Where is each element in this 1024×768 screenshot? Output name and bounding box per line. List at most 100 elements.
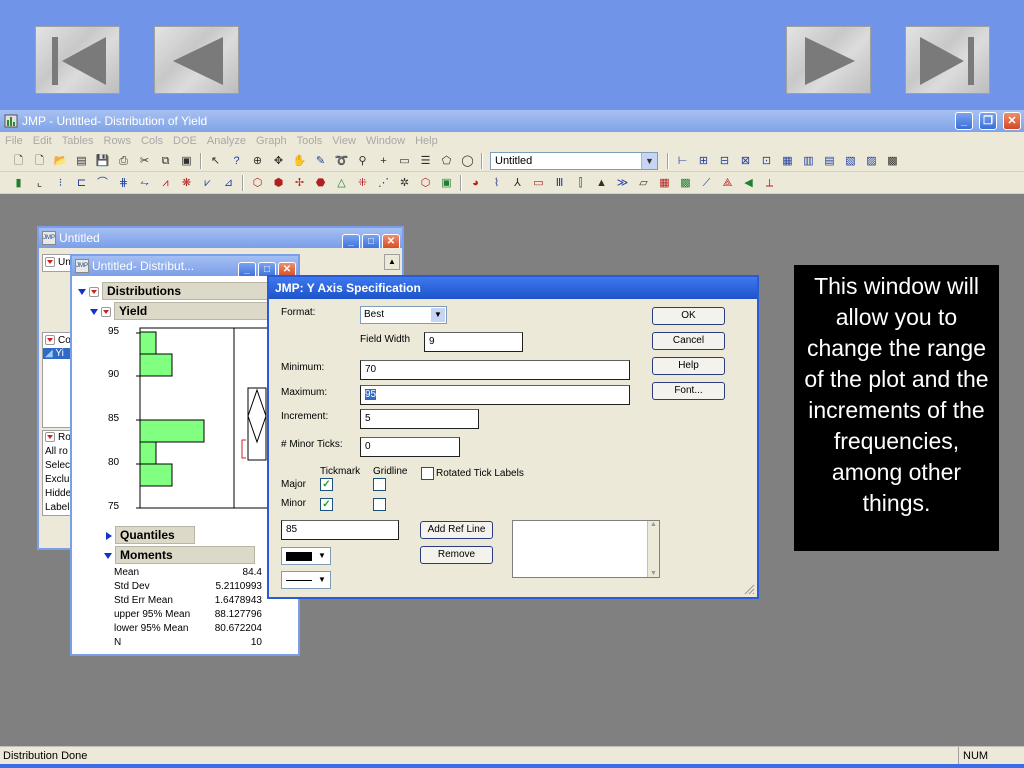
menu-edit[interactable]: Edit [28, 132, 57, 150]
red-triangle-menu-icon[interactable] [101, 307, 111, 318]
distribution-icon[interactable]: ▮ [10, 175, 27, 191]
table-maximize-button[interactable]: □ [362, 234, 380, 248]
contour-icon[interactable]: ⬢ [270, 175, 287, 191]
tables-tool-4-icon[interactable]: ⊠ [737, 153, 754, 169]
ok-button[interactable]: OK [652, 307, 725, 325]
pie-chart-icon[interactable]: ◕ [467, 175, 484, 191]
tables-tool-1-icon[interactable]: ⊢ [674, 153, 691, 169]
mosaic-icon[interactable]: ▦ [656, 175, 673, 191]
tables-tool-7-icon[interactable]: ▥ [800, 153, 817, 169]
dist-maximize-button[interactable]: □ [258, 262, 276, 276]
line-style-select[interactable]: ▼ [281, 571, 331, 589]
scatter-3d-icon[interactable]: ⟁ [719, 175, 736, 191]
move-tool-icon[interactable]: ✥ [270, 153, 287, 169]
menu-tools[interactable]: Tools [292, 132, 328, 150]
disclosure-closed-icon[interactable] [106, 532, 112, 541]
magnifier-icon[interactable]: ⚲ [354, 153, 371, 169]
minimum-input[interactable]: 70 [360, 360, 630, 380]
minor-ticks-input[interactable]: 0 [360, 437, 460, 457]
minor-tickmark-checkbox[interactable]: ✓ [320, 498, 333, 511]
diagram-icon[interactable]: ⁜ [354, 175, 371, 191]
menu-rows[interactable]: Rows [99, 132, 137, 150]
cut-icon[interactable]: ✂ [136, 153, 153, 169]
ternary-icon[interactable]: △ [333, 175, 350, 191]
gauge-icon[interactable]: ▱ [635, 175, 652, 191]
resize-grip-icon[interactable] [743, 583, 755, 595]
menu-window[interactable]: Window [361, 132, 410, 150]
menu-tables[interactable]: Tables [57, 132, 99, 150]
pareto-icon[interactable]: ⬡ [417, 175, 434, 191]
field-width-input[interactable]: 9 [424, 332, 523, 352]
warning-icon[interactable]: ▲ [593, 175, 610, 191]
moments-outline[interactable]: Moments [104, 546, 255, 564]
reference-line-input[interactable]: 85 [281, 520, 399, 540]
open-icon[interactable]: 📂 [52, 153, 69, 169]
minor-gridline-checkbox[interactable] [373, 498, 386, 511]
data-table-select[interactable]: Untitled ▼ [490, 152, 658, 170]
menu-help[interactable]: Help [410, 132, 443, 150]
xbar-icon[interactable]: Ⅲ [551, 175, 568, 191]
help-button[interactable]: Help [652, 357, 725, 375]
import-icon[interactable]: ▤ [73, 153, 90, 169]
menu-analyze[interactable]: Analyze [202, 132, 251, 150]
brush-tool-icon[interactable]: ✎ [312, 153, 329, 169]
spinning-plot-icon[interactable]: ⬡ [249, 175, 266, 191]
copy-icon[interactable]: ⧉ [157, 153, 174, 169]
fit-y-by-x-icon[interactable]: ⌞ [31, 175, 48, 191]
cancel-button[interactable]: Cancel [652, 332, 725, 350]
control-chart-icon[interactable]: ⌇ [488, 175, 505, 191]
list-scrollbar[interactable]: ▲ ▼ [647, 521, 659, 577]
red-triangle-menu-icon[interactable] [45, 335, 55, 346]
variability-icon[interactable]: ✲ [396, 175, 413, 191]
cube-icon[interactable]: ⬣ [312, 175, 329, 191]
previous-slide-button[interactable] [154, 26, 239, 94]
tables-tool-9-icon[interactable]: ▧ [842, 153, 859, 169]
attribute-chart-icon[interactable]: ⅄ [509, 175, 526, 191]
rotated-tick-labels-checkbox[interactable] [421, 467, 434, 480]
chevron-up-icon[interactable]: ▲ [648, 521, 659, 528]
menu-file[interactable]: File [0, 132, 28, 150]
tables-tool-5-icon[interactable]: ⊡ [758, 153, 775, 169]
disclosure-open-icon[interactable] [90, 309, 98, 316]
tables-tool-8-icon[interactable]: ▤ [821, 153, 838, 169]
dist-close-button[interactable]: ✕ [278, 262, 296, 276]
disclosure-open-icon[interactable] [104, 553, 112, 560]
format-select[interactable]: Best ▼ [360, 306, 447, 324]
lasso-tool-icon[interactable]: ➰ [333, 153, 350, 169]
cusum-icon[interactable]: ▭ [530, 175, 547, 191]
arrow-tool-icon[interactable]: ↖ [207, 153, 224, 169]
chevron-down-icon[interactable]: ▼ [648, 570, 659, 577]
restore-button[interactable]: ❐ [979, 112, 997, 130]
tables-tool-6-icon[interactable]: ▦ [779, 153, 796, 169]
major-gridline-checkbox[interactable] [373, 478, 386, 491]
chart-icon[interactable]: ⊿ [220, 175, 237, 191]
hand-tool-icon[interactable]: ✋ [291, 153, 308, 169]
close-button[interactable]: ✕ [1003, 112, 1021, 130]
nonlinear-icon[interactable]: ⌒ [94, 175, 111, 191]
ellipse-icon[interactable]: ⟋ [698, 175, 715, 191]
disclosure-open-icon[interactable] [78, 289, 86, 296]
scroll-up-button[interactable]: ▲ [384, 254, 400, 270]
annotate-tool-icon[interactable]: ▭ [396, 153, 413, 169]
reference-lines-list[interactable]: ▲ ▼ [512, 520, 660, 578]
line-tool-icon[interactable]: ☰ [417, 153, 434, 169]
red-triangle-menu-icon[interactable] [45, 432, 55, 443]
menu-view[interactable]: View [327, 132, 361, 150]
tables-tool-11-icon[interactable]: ▩ [884, 153, 901, 169]
paste-icon[interactable]: ▣ [178, 153, 195, 169]
add-ref-line-button[interactable]: Add Ref Line [420, 521, 493, 539]
scatterplot-icon[interactable]: ⋕ [115, 175, 132, 191]
save-icon[interactable]: 💾 [94, 153, 111, 169]
line-color-select[interactable]: ▼ [281, 547, 331, 565]
tables-tool-3-icon[interactable]: ⊟ [716, 153, 733, 169]
help-tool-icon[interactable]: ? [228, 153, 245, 169]
yield-outline[interactable]: Yield [90, 302, 292, 320]
capability-icon[interactable]: ▣ [438, 175, 455, 191]
oval-tool-icon[interactable]: ◯ [459, 153, 476, 169]
menu-cols[interactable]: Cols [136, 132, 168, 150]
profiler-icon[interactable]: ⋰ [375, 175, 392, 191]
arrow-left-icon[interactable]: ◀ [740, 175, 757, 191]
increment-input[interactable]: 5 [360, 409, 479, 429]
double-arrow-icon[interactable]: ≫ [614, 175, 631, 191]
time-series-icon[interactable]: ⩘ [157, 175, 174, 191]
